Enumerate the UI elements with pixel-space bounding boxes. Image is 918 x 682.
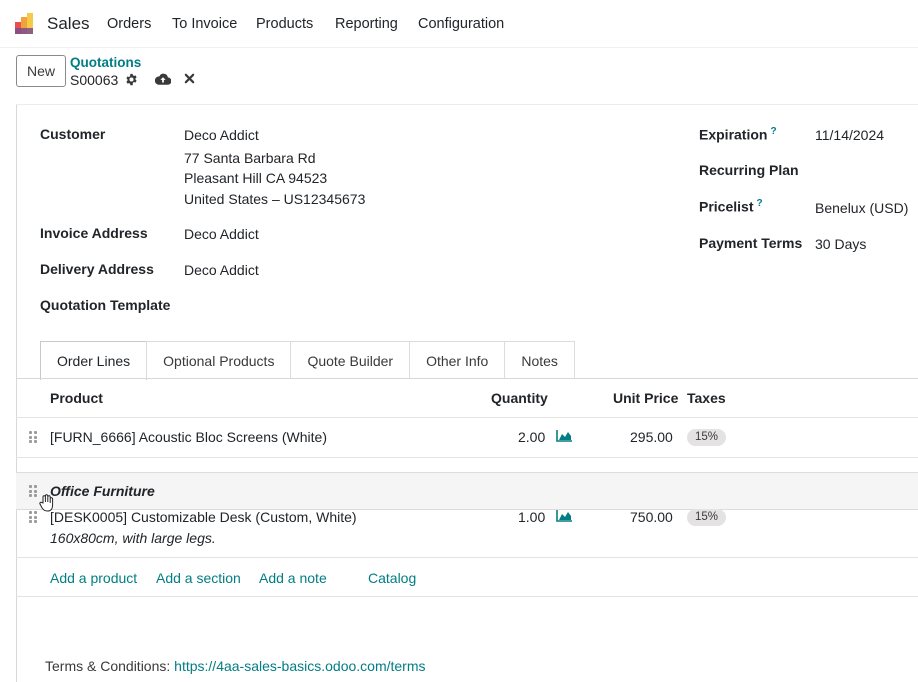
line-unit-price[interactable]: 295.00: [630, 429, 673, 445]
drag-handle-icon[interactable]: [29, 511, 37, 523]
recurring-plan-field[interactable]: [815, 162, 915, 180]
terms-link[interactable]: https://4aa-sales-basics.odoo.com/terms: [174, 658, 425, 674]
cloud-upload-icon[interactable]: [155, 72, 171, 86]
customer-address-line: Pleasant Hill CA 94523: [184, 170, 328, 186]
breadcrumb-current-record: S00063: [70, 72, 119, 88]
tab-quote-builder[interactable]: Quote Builder: [290, 341, 411, 379]
menu-orders[interactable]: Orders: [107, 16, 151, 32]
line-description[interactable]: 160x80cm, with large legs.: [50, 530, 216, 546]
gear-icon[interactable]: [125, 73, 138, 86]
sales-app-icon[interactable]: [14, 12, 38, 36]
pricelist-field[interactable]: Benelux (USD): [815, 200, 908, 216]
terms-and-conditions: Terms & Conditions: https://4aa-sales-ba…: [45, 658, 426, 674]
column-header-product[interactable]: Product: [50, 390, 103, 406]
expiration-field[interactable]: 11/14/2024: [815, 127, 884, 143]
expiration-label: Expiration?: [699, 126, 777, 143]
delivery-address-field[interactable]: Deco Addict: [184, 262, 259, 278]
pricelist-label: Pricelist?: [699, 198, 763, 215]
app-name[interactable]: Sales: [47, 14, 90, 34]
add-product-link[interactable]: Add a product: [50, 570, 137, 586]
catalog-link[interactable]: Catalog: [368, 570, 416, 586]
column-header-quantity[interactable]: Quantity: [491, 390, 548, 406]
breadcrumb-quotations[interactable]: Quotations: [70, 55, 141, 70]
menu-products[interactable]: Products: [256, 16, 313, 32]
help-tooltip-icon[interactable]: ?: [770, 126, 776, 137]
notebook-tabs: Order Lines Optional Products Quote Buil…: [40, 341, 575, 380]
row-divider: [16, 557, 918, 558]
menu-configuration[interactable]: Configuration: [418, 16, 504, 32]
add-note-link[interactable]: Add a note: [259, 570, 327, 586]
column-header-taxes[interactable]: Taxes: [687, 390, 726, 406]
forecast-chart-icon[interactable]: [556, 510, 572, 522]
customer-field[interactable]: Deco Addict: [184, 127, 259, 143]
section-name[interactable]: Office Furniture: [50, 483, 155, 499]
tab-order-lines[interactable]: Order Lines: [40, 341, 148, 380]
menu-to-invoice[interactable]: To Invoice: [172, 16, 237, 32]
top-navbar: Sales Orders To Invoice Products Reporti…: [0, 0, 918, 48]
delivery-address-label: Delivery Address: [40, 261, 154, 277]
line-quantity[interactable]: 2.00: [518, 429, 545, 445]
tab-notes[interactable]: Notes: [504, 341, 575, 379]
customer-address-line: United States – US12345673: [184, 191, 366, 207]
help-tooltip-icon[interactable]: ?: [756, 198, 762, 209]
payment-terms-label: Payment Terms: [699, 235, 803, 251]
line-product[interactable]: [DESK0005] Customizable Desk (Custom, Wh…: [50, 509, 357, 525]
tax-badge[interactable]: 15%: [687, 509, 727, 526]
discard-close-icon[interactable]: [184, 73, 195, 84]
recurring-plan-label: Recurring Plan: [699, 162, 799, 178]
table-bottom-divider: [16, 596, 918, 597]
quotation-template-label: Quotation Template: [40, 297, 171, 313]
tab-baseline: [16, 378, 918, 379]
tax-badge[interactable]: 15%: [687, 429, 727, 446]
forecast-chart-icon[interactable]: [556, 430, 572, 442]
invoice-address-label: Invoice Address: [40, 225, 148, 241]
form-sheet-top-border: [16, 104, 918, 105]
customer-address-line: 77 Santa Barbara Rd: [184, 150, 316, 166]
line-unit-price[interactable]: 750.00: [630, 509, 673, 525]
drag-handle-icon[interactable]: [29, 485, 37, 497]
column-header-unit-price[interactable]: Unit Price: [613, 390, 678, 406]
line-quantity[interactable]: 1.00: [518, 509, 545, 525]
new-button[interactable]: New: [16, 55, 66, 87]
quotation-template-field[interactable]: [184, 297, 434, 315]
header-divider: [16, 417, 918, 418]
customer-label: Customer: [40, 126, 106, 142]
line-product[interactable]: [FURN_6666] Acoustic Bloc Screens (White…: [50, 429, 327, 445]
terms-label: Terms & Conditions:: [45, 658, 171, 674]
menu-reporting[interactable]: Reporting: [335, 16, 398, 32]
row-divider: [16, 457, 918, 458]
tab-other-info[interactable]: Other Info: [409, 341, 506, 379]
drag-handle-icon[interactable]: [29, 431, 37, 443]
invoice-address-field[interactable]: Deco Addict: [184, 226, 259, 242]
add-section-link[interactable]: Add a section: [156, 570, 241, 586]
payment-terms-field[interactable]: 30 Days: [815, 236, 866, 252]
tab-optional-products[interactable]: Optional Products: [146, 341, 292, 379]
